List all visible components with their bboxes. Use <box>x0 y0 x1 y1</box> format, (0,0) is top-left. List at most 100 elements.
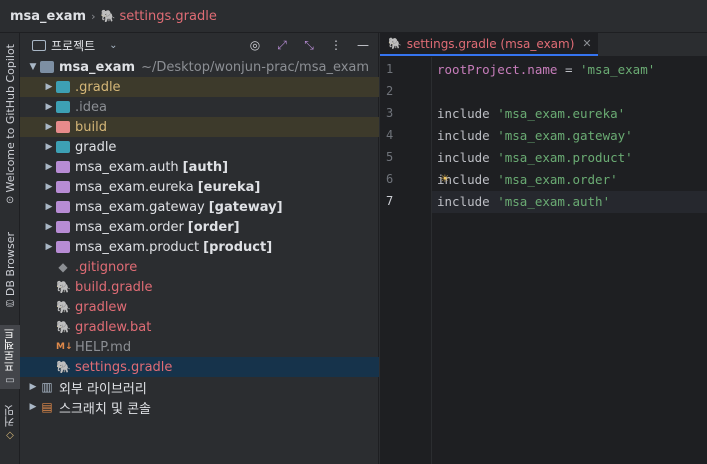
chevron-right-icon[interactable]: ▶ <box>42 162 56 172</box>
chevron-right-icon[interactable]: ▶ <box>42 82 56 92</box>
chevron-right-icon[interactable]: ▶ <box>42 182 56 192</box>
tree-item-gradle[interactable]: ▶ gradle <box>20 137 379 157</box>
code-line[interactable]: include 'msa_exam.gateway' <box>437 125 707 147</box>
chevron-right-icon[interactable]: ▶ <box>42 102 56 112</box>
root-folder-name: msa_exam <box>59 59 136 75</box>
tab-github-copilot[interactable]: Welcome to GitHub Copilot ⊙ <box>0 41 20 209</box>
gradle-elephant-icon: 🐘 <box>56 320 71 334</box>
chevron-right-icon[interactable]: ▶ <box>42 142 56 152</box>
code-string: 'msa_exam.gateway' <box>497 128 633 143</box>
module-folder-icon <box>56 241 70 253</box>
project-view-selector[interactable]: 프로젝트 <box>51 37 95 54</box>
gradle-folder-icon <box>56 141 70 153</box>
code-line[interactable]: include 'msa_exam.order' ☀ <box>437 169 707 191</box>
options-menu-icon[interactable]: ⋮ <box>327 36 345 54</box>
tree-item-label: HELP.md <box>75 339 132 355</box>
hide-panel-icon[interactable]: — <box>354 36 372 54</box>
tree-item-help-md[interactable]: M↓ HELP.md <box>20 337 379 357</box>
project-panel: 프로젝트 ⌄ ◎ ⤢ ⤡ ⋮ — ▼ msa_exam ~/Desktop/wo… <box>20 33 379 464</box>
module-tag: [product] <box>203 239 273 255</box>
tree-item-module-eureka[interactable]: ▶ msa_exam.eureka [eureka] <box>20 177 379 197</box>
tree-item-gitignore[interactable]: ◆ .gitignore <box>20 257 379 277</box>
module-folder-icon <box>56 161 70 173</box>
tree-item-settings-gradle[interactable]: 🐘 settings.gradle <box>20 357 379 377</box>
tree-item-label: msa_exam.auth <box>75 159 179 175</box>
chevron-right-icon[interactable]: ▶ <box>42 202 56 212</box>
editor-tab-label: settings.gradle (msa_exam) <box>406 36 575 51</box>
code-keyword: include <box>437 194 490 209</box>
expand-all-icon[interactable]: ⤢ <box>273 36 291 54</box>
tree-item-label: msa_exam.eureka <box>75 179 194 195</box>
chevron-right-icon[interactable]: ▶ <box>26 402 40 412</box>
tree-item-label: build.gradle <box>75 279 153 295</box>
gradle-elephant-icon: 🐘 <box>56 360 71 374</box>
module-tag: [eureka] <box>197 179 261 195</box>
code-line[interactable] <box>437 81 707 103</box>
tree-item-build[interactable]: ▶ build <box>20 117 379 137</box>
code-string: 'msa_exam.order' <box>497 172 618 187</box>
code-line[interactable]: rootProject.name = 'msa_exam' <box>437 59 707 81</box>
tree-item-label: gradlew <box>75 299 128 315</box>
tab-github-copilot-label: Welcome to GitHub Copilot <box>3 43 17 193</box>
tree-item-scratches[interactable]: ▶ ▤ 스크래치 및 콘솔 <box>20 397 379 417</box>
folder-icon <box>40 61 54 73</box>
chevron-right-icon[interactable]: ▶ <box>42 122 56 132</box>
tree-item-label: msa_exam.product <box>75 239 200 255</box>
git-file-icon: ◆ <box>58 260 68 274</box>
tree-item-module-product[interactable]: ▶ msa_exam.product [product] <box>20 237 379 257</box>
tab-db-browser-label: DB Browser <box>3 231 17 297</box>
breadcrumb-file[interactable]: settings.gradle <box>119 9 216 24</box>
project-tree: ▼ msa_exam ~/Desktop/wonjun-prac/msa_exa… <box>20 57 379 417</box>
chevron-right-icon[interactable]: ▶ <box>26 382 40 392</box>
chevron-down-icon[interactable]: ⌄ <box>109 40 117 51</box>
tab-project[interactable]: 프로젝트 ▭ <box>0 325 20 389</box>
code-string: 'msa_exam' <box>580 62 656 77</box>
tree-root[interactable]: ▼ msa_exam ~/Desktop/wonjun-prac/msa_exa… <box>20 57 379 77</box>
folder-icon <box>32 39 46 51</box>
code-line[interactable]: include 'msa_exam.product' <box>437 147 707 169</box>
tree-item-label: 스크래치 및 콘솔 <box>59 401 151 417</box>
close-icon[interactable]: ✕ <box>582 37 591 50</box>
chevron-right-icon[interactable]: ▶ <box>42 242 56 252</box>
tree-item-external-libraries[interactable]: ▶ ▥ 외부 라이브러리 <box>20 377 379 397</box>
code-operator: = <box>557 62 580 77</box>
editor-tab-bar: 🐘 settings.gradle (msa_exam) ✕ <box>380 33 707 57</box>
editor-pane: 🐘 settings.gradle (msa_exam) ✕ 1 2 3 4 5… <box>380 33 707 464</box>
tree-item-label: .gitignore <box>75 259 138 275</box>
tree-item-idea[interactable]: ▶ .idea <box>20 97 379 117</box>
locate-file-icon[interactable]: ◎ <box>246 36 264 54</box>
collapse-all-icon[interactable]: ⤡ <box>300 36 318 54</box>
code-line[interactable]: include 'msa_exam.eureka' <box>437 103 707 125</box>
breadcrumb-root[interactable]: msa_exam <box>10 9 86 24</box>
tree-item-gradlew[interactable]: 🐘 gradlew <box>20 297 379 317</box>
gradle-elephant-icon: 🐘 <box>100 9 116 23</box>
gradle-elephant-icon: 🐘 <box>56 280 71 294</box>
line-number-gutter: 1 2 3 4 5 6 7 <box>380 57 432 464</box>
lightbulb-icon[interactable]: ☀ <box>441 169 449 191</box>
code-string: 'msa_exam.eureka' <box>497 106 626 121</box>
code-identifier: rootProject.name <box>437 62 558 77</box>
copilot-icon: ⊙ <box>5 195 15 207</box>
root-folder-path: ~/Desktop/wonjun-prac/msa_exam <box>141 59 370 75</box>
line-number: 5 <box>386 150 394 164</box>
editor-tab-settings-gradle[interactable]: 🐘 settings.gradle (msa_exam) ✕ <box>380 33 598 56</box>
chevron-right-icon[interactable]: ▶ <box>42 222 56 232</box>
tree-item-build-gradle[interactable]: 🐘 build.gradle <box>20 277 379 297</box>
tree-item-module-auth[interactable]: ▶ msa_exam.auth [auth] <box>20 157 379 177</box>
module-tag: [auth] <box>182 159 229 175</box>
module-folder-icon <box>56 221 70 233</box>
tab-commit[interactable]: 커밋 ◇ <box>0 399 20 447</box>
db-icon: ⛁ <box>5 299 15 311</box>
tree-item-module-order[interactable]: ▶ msa_exam.order [order] <box>20 217 379 237</box>
chevron-down-icon[interactable]: ▼ <box>26 62 40 72</box>
tree-item-label: build <box>75 119 107 135</box>
tab-db-browser[interactable]: DB Browser ⛁ <box>0 229 20 313</box>
code-string: 'msa_exam.auth' <box>497 194 611 209</box>
tree-item-module-gateway[interactable]: ▶ msa_exam.gateway [gateway] <box>20 197 379 217</box>
code-line-current[interactable]: include 'msa_exam.auth' <box>432 191 707 213</box>
tree-item-dot-gradle[interactable]: ▶ .gradle <box>20 77 379 97</box>
tree-item-label: gradle <box>75 139 117 155</box>
line-number: 4 <box>386 128 394 142</box>
tree-item-gradlew-bat[interactable]: 🐘 gradlew.bat <box>20 317 379 337</box>
line-number: 2 <box>386 84 394 98</box>
